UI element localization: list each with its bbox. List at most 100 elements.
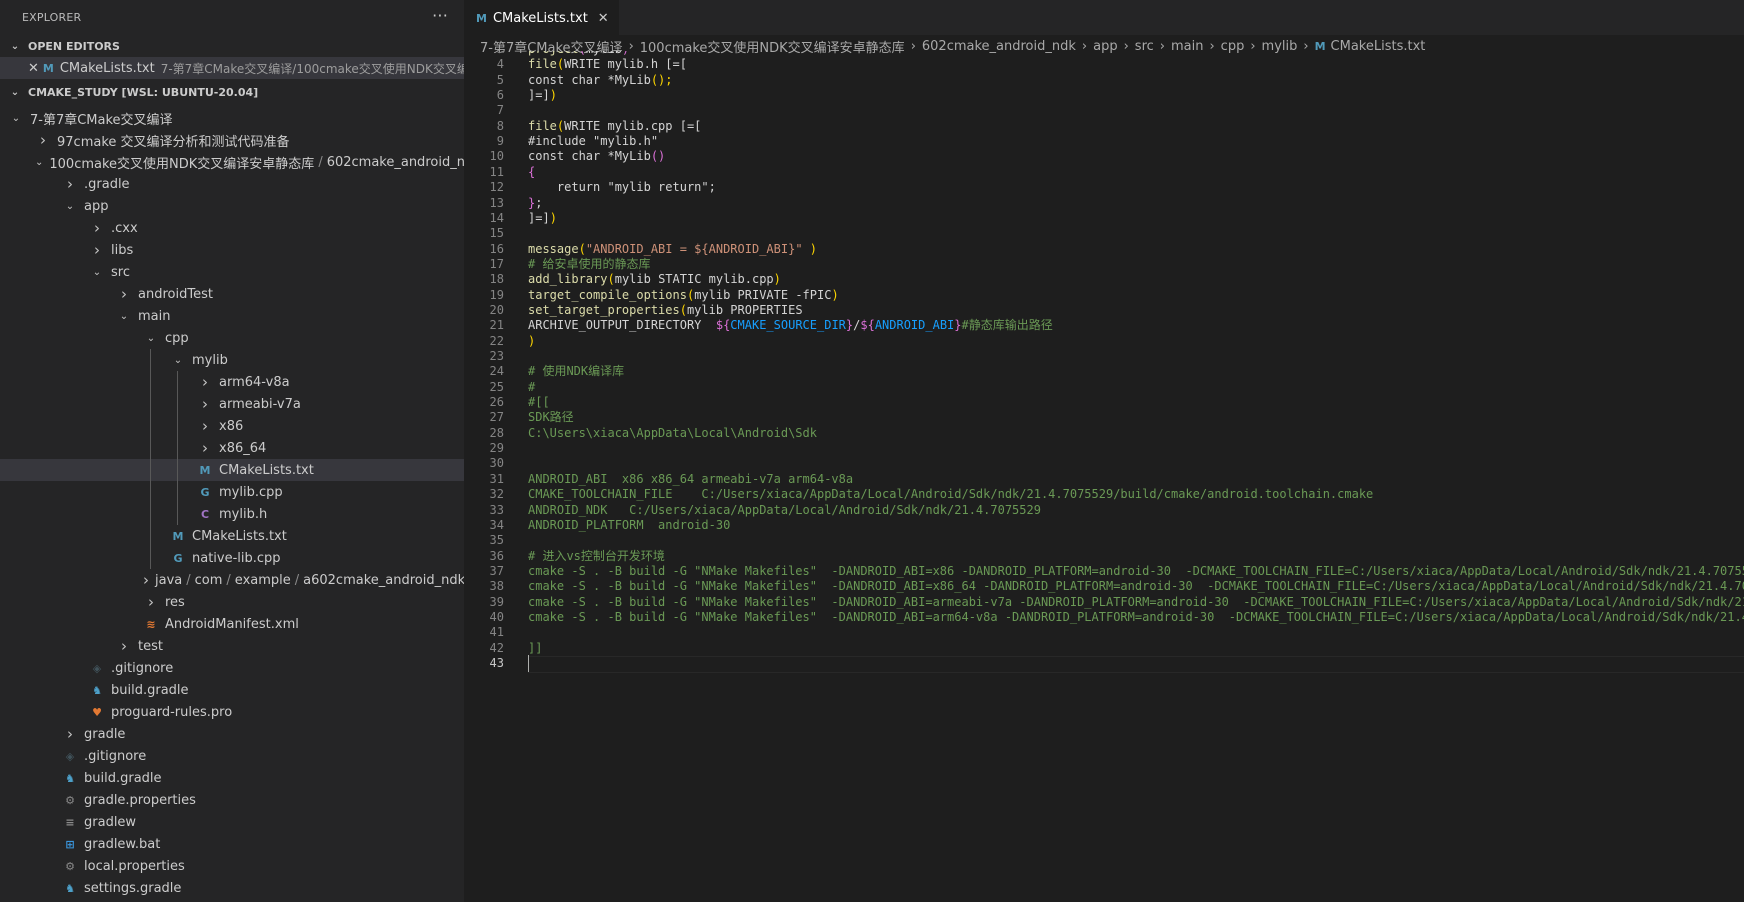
tree-folder[interactable]: ⌄ main: [0, 305, 464, 327]
workspace-header[interactable]: ⌄ CMAKE_STUDY [WSL: UBUNTU-20.04]: [0, 81, 464, 103]
code-token: C:\Users\xiaca\AppData\Local\Android\Sdk: [528, 425, 817, 440]
open-editor-item[interactable]: ✕ M CMakeLists.txt 7-第7章CMake交叉编译/100cma…: [0, 57, 464, 79]
code-token: }: [954, 318, 962, 333]
code-token: ANDROID_NDK C:/Users/xiaca/AppData/Local…: [528, 502, 1041, 517]
tab-bar: M CMakeLists.txt ✕: [464, 0, 1744, 36]
tree-file[interactable]: ⊞ gradlew.bat: [0, 833, 464, 855]
code-token: WRITE mylib.h [=[: [564, 57, 687, 72]
tree-folder[interactable]: › .gradle: [0, 173, 464, 195]
indent-guide: [150, 437, 151, 459]
tree-folder[interactable]: ⌄ 7-第7章CMake交叉编译: [0, 107, 464, 129]
explorer-header: EXPLORER ···: [0, 0, 464, 35]
tree-file[interactable]: ♞ build.gradle: [0, 767, 464, 789]
tree-folder[interactable]: › java / com / example / a602cmake_android_ndk: [0, 569, 464, 591]
tree-folder[interactable]: › 97cmake 交叉编译分析和测试代码准备: [0, 129, 464, 151]
code-token: #: [528, 379, 536, 394]
code-token: ]]: [528, 640, 543, 655]
cmake-file-icon: M: [42, 61, 54, 75]
tree-file[interactable]: M CMakeLists.txt: [0, 525, 464, 547]
tree-file[interactable]: Cmylib.h: [0, 503, 464, 525]
gradle-icon: ♞: [65, 881, 75, 895]
tree-item-label: gradlew: [84, 814, 137, 830]
tree-file[interactable]: M CMakeLists.txt: [0, 459, 464, 481]
code-token: ANDROID_PLATFORM android-30: [528, 517, 731, 532]
chevron-down-icon: ⌄: [35, 156, 44, 168]
tree-file[interactable]: ≋ AndroidManifest.xml: [0, 613, 464, 635]
tree-folder[interactable]: › libs: [0, 239, 464, 261]
tree-file[interactable]: ≡ gradlew: [0, 811, 464, 833]
text-cursor: [528, 655, 529, 672]
cpp-file-icon: G: [200, 485, 210, 499]
tree-folder[interactable]: ⌄ src: [0, 261, 464, 283]
tree-file[interactable]: Gmylib.cpp: [0, 481, 464, 503]
tree-item-label: proguard-rules.pro: [111, 704, 233, 720]
code-token: file: [528, 118, 557, 133]
tree-folder[interactable]: › arm64-v8a: [0, 371, 464, 393]
chevron-right-icon: ›: [121, 285, 127, 303]
tree-folder[interactable]: › gradle: [0, 723, 464, 745]
chevron-right-icon: ›: [40, 131, 46, 149]
indent-guide: [150, 503, 151, 525]
tree-folder[interactable]: › x86: [0, 415, 464, 437]
tree-item-label: gradle.properties: [84, 792, 196, 808]
code-token: ): [773, 272, 781, 287]
tree-item-label: 100cmake交叉使用NDK交叉编译安卓静态库: [49, 156, 315, 172]
tree-file[interactable]: ◈ .gitignore: [0, 745, 464, 767]
tree-item-label: build.gradle: [84, 770, 162, 786]
tree-item-label: src: [111, 264, 130, 280]
indent-guide: [177, 503, 178, 525]
code-token: mylib PRIVATE -fPIC: [694, 287, 832, 302]
close-icon[interactable]: ✕: [28, 61, 39, 76]
tree-file[interactable]: ⚙ local.properties: [0, 855, 464, 877]
tree-item-label: example: [234, 572, 291, 588]
tree-folder[interactable]: ⌄ app: [0, 195, 464, 217]
tab-cmakelists[interactable]: M CMakeLists.txt ✕: [464, 0, 619, 36]
code-token: (: [607, 272, 615, 287]
open-editors-header[interactable]: ⌄ OPEN EDITORS: [0, 35, 464, 57]
tree-file[interactable]: ♞ build.gradle: [0, 679, 464, 701]
code-token: (): [650, 149, 666, 164]
code-token: target_compile_options: [528, 287, 687, 302]
tree-file[interactable]: ◈ .gitignore: [0, 657, 464, 679]
tree-folder[interactable]: › armeabi-v7a: [0, 393, 464, 415]
code-token: ${: [715, 318, 731, 333]
tree-folder[interactable]: › androidTest: [0, 283, 464, 305]
chevron-down-icon: ⌄: [92, 266, 102, 278]
tree-folder[interactable]: › test: [0, 635, 464, 657]
chevron-right-icon: ›: [67, 725, 73, 743]
code-token: const char *MyLib: [528, 149, 651, 164]
code-token: (: [579, 51, 586, 56]
indent-guide: [150, 547, 151, 569]
more-actions-icon[interactable]: ···: [432, 6, 448, 25]
code-line: C:\Users\xiaca\AppData\Local\Android\Sdk: [528, 425, 817, 442]
indent-guide: [177, 371, 178, 393]
file-lines-icon: ≡: [65, 815, 75, 829]
tree-file[interactable]: ♥ proguard-rules.pro: [0, 701, 464, 723]
chevron-right-icon: ›: [202, 373, 208, 391]
gradle-icon: ♞: [65, 771, 75, 785]
tree-folder[interactable]: › x86_64: [0, 437, 464, 459]
tree-folder[interactable]: › res: [0, 591, 464, 613]
close-icon[interactable]: ✕: [598, 11, 609, 26]
tree-folder[interactable]: ⌄ mylib: [0, 349, 464, 371]
chevron-right-icon: ›: [94, 241, 100, 259]
tree-folder[interactable]: › .cxx: [0, 217, 464, 239]
tree-item-label: a602cmake_android_ndk: [303, 572, 464, 588]
tree-folder[interactable]: ⌄ 100cmake交叉使用NDK交叉编译安卓静态库/602cmake_andro…: [0, 151, 464, 173]
tree-item-label: AndroidManifest.xml: [165, 616, 299, 632]
code-line: cmake -S . -B build -G "NMake Makefiles"…: [528, 609, 1744, 626]
code-editor[interactable]: 3project(mylib)4file(WRITE mylib.h [=[5c…: [464, 51, 1744, 902]
tree-folder[interactable]: ⌄ cpp: [0, 327, 464, 349]
tree-file[interactable]: Gnative-lib.cpp: [0, 547, 464, 569]
tree-item-label: armeabi-v7a: [219, 396, 301, 412]
tree-item-label: app: [84, 198, 109, 214]
xml-file-icon: ≋: [146, 617, 156, 631]
code-token: ): [549, 210, 557, 225]
code-line: ): [528, 333, 535, 350]
tree-file[interactable]: ♞ settings.gradle: [0, 877, 464, 899]
editor-area: M CMakeLists.txt ✕ 7-第7章CMake交叉编译 › 100cma…: [464, 0, 1744, 902]
tree-file[interactable]: ⚙ gradle.properties: [0, 789, 464, 811]
code-token: add_library: [528, 272, 608, 287]
tree-item-label: x86_64: [219, 440, 267, 456]
header-file-icon: C: [200, 507, 210, 521]
